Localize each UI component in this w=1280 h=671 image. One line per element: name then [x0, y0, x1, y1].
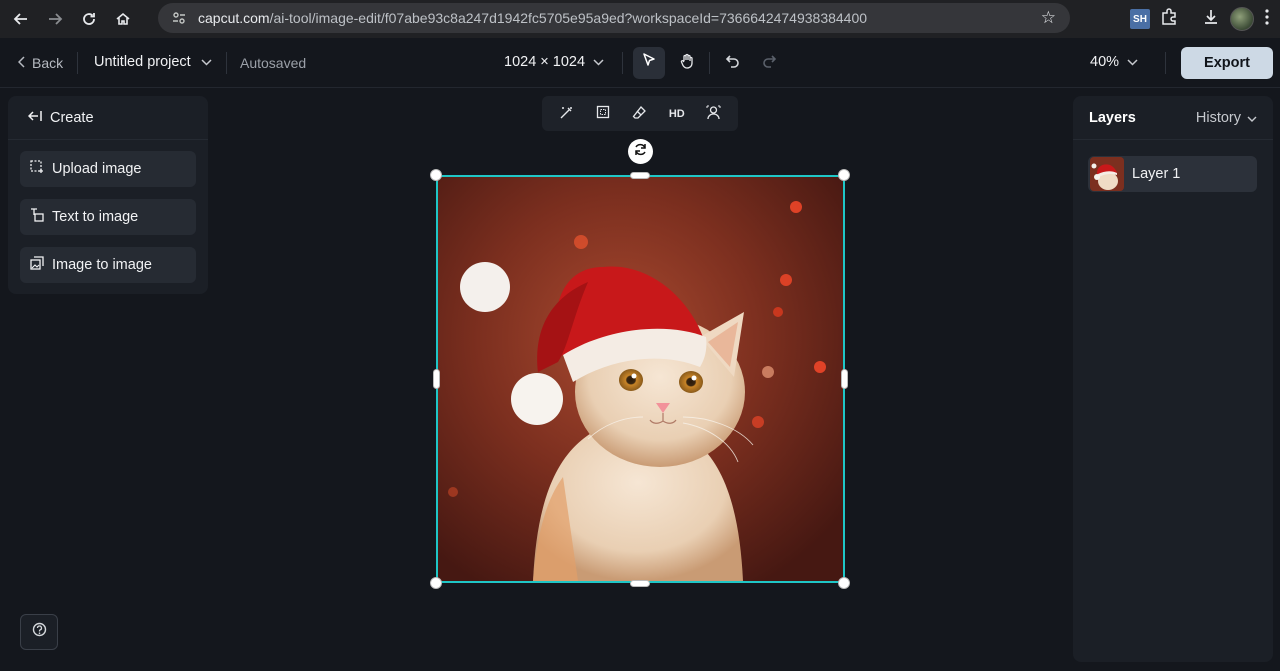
selection-box-icon — [596, 105, 610, 122]
resize-handle-top-left[interactable] — [430, 169, 442, 181]
create-header[interactable]: Create — [8, 96, 208, 140]
profile-avatar[interactable] — [1230, 7, 1254, 31]
extensions-puzzle-icon[interactable] — [1160, 7, 1178, 31]
header-divider — [77, 52, 78, 74]
magic-remove-button[interactable] — [551, 100, 581, 128]
image-edit-toolbar: HD — [542, 96, 738, 131]
hand-icon — [679, 53, 695, 74]
cat-santa-hat-image — [438, 177, 843, 581]
hand-tool-button[interactable] — [671, 47, 703, 79]
resize-handle-bottom-left[interactable] — [430, 577, 442, 589]
address-bar[interactable]: capcut.com/ai-tool/image-edit/f07abe93c8… — [158, 3, 1070, 33]
download-icon[interactable] — [1202, 8, 1220, 31]
app-header: Back Untitled project Autosaved 1024 × 1… — [0, 38, 1280, 88]
browser-forward-button[interactable] — [40, 4, 70, 34]
canvas-size-dropdown[interactable]: 1024 × 1024 — [504, 54, 604, 70]
crop-select-button[interactable] — [588, 100, 618, 128]
history-label: History — [1195, 109, 1241, 126]
chevron-down-icon — [201, 54, 212, 70]
autosave-status: Autosaved — [240, 55, 307, 71]
zoom-dropdown[interactable]: 40% — [1090, 54, 1138, 70]
eraser-button[interactable] — [625, 100, 655, 128]
magic-wand-icon — [559, 105, 574, 123]
upload-image-button[interactable]: Upload image — [20, 151, 196, 187]
text-to-image-icon — [30, 208, 44, 226]
resize-handle-left[interactable] — [433, 369, 440, 389]
chevron-down-icon — [593, 54, 604, 70]
export-button[interactable]: Export — [1181, 47, 1273, 79]
header-divider — [1165, 52, 1166, 74]
url-text: capcut.com/ai-tool/image-edit/f07abe93c8… — [198, 10, 868, 26]
create-panel: Create Upload image Text to image Image … — [8, 96, 208, 294]
rotate-icon — [633, 142, 648, 162]
portrait-retouch-button[interactable] — [699, 100, 729, 128]
cursor-arrow-icon — [642, 53, 656, 73]
chevron-down-icon — [1247, 110, 1257, 126]
canvas-size-label: 1024 × 1024 — [504, 54, 586, 70]
back-button[interactable]: Back — [17, 55, 64, 71]
resize-handle-bottom-right[interactable] — [838, 577, 850, 589]
text-to-image-label: Text to image — [52, 209, 139, 225]
header-divider — [622, 52, 623, 74]
undo-button[interactable] — [718, 47, 748, 79]
resize-handle-top[interactable] — [630, 172, 650, 179]
canvas-image-layer[interactable] — [436, 175, 845, 583]
resize-handle-bottom[interactable] — [630, 580, 650, 587]
browser-actions: SH — [1130, 0, 1280, 38]
layers-panel: Layers History Layer 1 — [1073, 96, 1273, 662]
bookmark-star-icon[interactable]: ☆ — [1041, 8, 1056, 28]
redo-icon — [761, 54, 777, 73]
layer-label: Layer 1 — [1132, 166, 1181, 182]
redo-button[interactable] — [754, 47, 784, 79]
project-title-dropdown[interactable]: Untitled project — [94, 54, 212, 70]
undo-icon — [725, 54, 741, 73]
hd-upscale-button[interactable]: HD — [662, 100, 692, 128]
resize-handle-top-right[interactable] — [838, 169, 850, 181]
arrow-left-bar-icon — [27, 110, 42, 126]
image-to-image-icon — [30, 256, 44, 274]
eraser-icon — [632, 105, 647, 123]
browser-menu-icon[interactable] — [1264, 8, 1270, 31]
image-to-image-label: Image to image — [52, 257, 152, 273]
face-retouch-icon — [706, 105, 721, 123]
extension-sh-button[interactable]: SH — [1130, 9, 1150, 29]
zoom-level: 40% — [1090, 54, 1120, 70]
image-to-image-button[interactable]: Image to image — [20, 247, 196, 283]
create-label: Create — [50, 109, 94, 126]
layer-item[interactable]: Layer 1 — [1088, 156, 1257, 192]
browser-toolbar: capcut.com/ai-tool/image-edit/f07abe93c8… — [0, 0, 1280, 38]
header-divider — [226, 52, 227, 74]
resize-handle-right[interactable] — [841, 369, 848, 389]
back-label: Back — [32, 55, 64, 71]
upload-image-label: Upload image — [52, 161, 142, 177]
help-button[interactable] — [20, 614, 58, 650]
tab-history[interactable]: History — [1196, 110, 1257, 126]
select-tool-button[interactable] — [633, 47, 665, 79]
layer-thumbnail — [1090, 157, 1124, 191]
chevron-left-icon — [17, 55, 26, 71]
browser-nav — [6, 4, 138, 34]
browser-back-button[interactable] — [6, 4, 36, 34]
project-title: Untitled project — [94, 54, 191, 70]
browser-home-button[interactable] — [108, 4, 138, 34]
site-settings-icon[interactable] — [170, 9, 188, 27]
text-to-image-button[interactable]: Text to image — [20, 199, 196, 235]
chevron-down-icon — [1127, 54, 1138, 70]
rotate-handle[interactable] — [628, 139, 653, 164]
tab-layers[interactable]: Layers — [1089, 110, 1136, 126]
layers-panel-header: Layers History — [1073, 96, 1273, 140]
upload-image-icon — [30, 160, 44, 178]
header-divider — [709, 52, 710, 74]
question-circle-icon — [32, 622, 47, 642]
browser-reload-button[interactable] — [74, 4, 104, 34]
